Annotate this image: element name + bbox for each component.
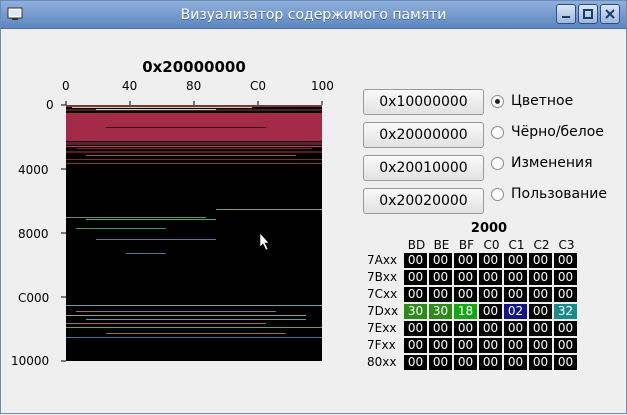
mode-radio-usage[interactable]: Пользование — [491, 185, 607, 203]
hex-column-header: C0 — [483, 238, 500, 252]
hex-cell[interactable]: 00 — [404, 270, 427, 285]
address-button-20020000[interactable]: 0x20020000 — [363, 188, 484, 214]
hex-cell[interactable]: 30 — [429, 304, 452, 319]
address-button-20000000[interactable]: 0x20000000 — [363, 122, 484, 148]
hex-cell[interactable]: 00 — [529, 287, 552, 302]
mode-label: Изменения — [511, 155, 593, 171]
hex-cell[interactable]: 00 — [429, 321, 452, 336]
mode-label: Чёрно/белое — [511, 124, 604, 140]
hex-cell[interactable]: 00 — [529, 270, 552, 285]
hex-cell[interactable]: 00 — [504, 355, 527, 370]
hex-cell[interactable]: 00 — [479, 253, 502, 268]
hex-cell[interactable]: 00 — [529, 253, 552, 268]
hex-cell[interactable]: 18 — [454, 304, 477, 319]
hex-column-header: BF — [458, 238, 475, 252]
hex-cell[interactable]: 00 — [504, 253, 527, 268]
mode-radio-color[interactable]: Цветное — [491, 92, 573, 110]
hex-cell[interactable]: 00 — [529, 321, 552, 336]
hex-cell[interactable]: 02 — [504, 304, 527, 319]
main-window: Визуализатор содержимого памяти 0x200000… — [0, 0, 627, 414]
hex-view-title: 2000 — [470, 221, 508, 236]
hex-row-header: 80xx — [367, 355, 397, 369]
hex-cell[interactable]: 00 — [554, 287, 577, 302]
hex-cell[interactable]: 00 — [504, 338, 527, 353]
mode-radio-bw[interactable]: Чёрно/белое — [491, 123, 604, 141]
address-button-10000000[interactable]: 0x10000000 — [363, 89, 484, 115]
hex-cell[interactable]: 00 — [404, 253, 427, 268]
mode-label: Пользование — [511, 186, 607, 202]
hex-cell[interactable]: 00 — [479, 338, 502, 353]
address-button-20010000[interactable]: 0x20010000 — [363, 155, 484, 181]
hex-cell[interactable]: 00 — [454, 355, 477, 370]
hex-cell[interactable]: 32 — [554, 304, 577, 319]
hex-cell[interactable]: 00 — [479, 355, 502, 370]
hex-cell[interactable]: 00 — [429, 338, 452, 353]
hex-cell[interactable]: 00 — [554, 338, 577, 353]
hex-column-header: C1 — [508, 238, 525, 252]
hex-cell[interactable]: 00 — [554, 270, 577, 285]
hex-cell[interactable]: 00 — [429, 253, 452, 268]
hex-cell[interactable]: 00 — [479, 321, 502, 336]
hex-column-header: BD — [407, 238, 426, 252]
radio-icon[interactable] — [491, 187, 504, 201]
hex-cell[interactable]: 00 — [504, 321, 527, 336]
radio-icon[interactable] — [491, 125, 504, 139]
hex-cell[interactable]: 00 — [429, 270, 452, 285]
hex-cell[interactable]: 00 — [529, 355, 552, 370]
mode-radio-changes[interactable]: Изменения — [491, 154, 593, 172]
radio-icon[interactable] — [491, 94, 504, 108]
hex-cell[interactable]: 00 — [454, 338, 477, 353]
hex-column-header: C2 — [533, 238, 550, 252]
hex-cell[interactable]: 00 — [504, 270, 527, 285]
hex-row-header: 7Dxx — [367, 304, 399, 318]
hex-cell[interactable]: 00 — [529, 338, 552, 353]
hex-row-header: 7Cxx — [367, 287, 398, 301]
hex-column-header: BE — [433, 238, 450, 252]
hex-cell[interactable]: 00 — [404, 355, 427, 370]
hex-row-header: 7Fxx — [367, 338, 396, 352]
hex-cell[interactable]: 00 — [554, 355, 577, 370]
hex-cell[interactable]: 00 — [454, 287, 477, 302]
radio-icon[interactable] — [491, 156, 504, 170]
hex-cell[interactable]: 00 — [454, 253, 477, 268]
hex-column-header: C3 — [558, 238, 575, 252]
hex-row-header: 7Bxx — [367, 270, 398, 284]
hex-cell[interactable]: 00 — [479, 304, 502, 319]
hex-cell[interactable]: 00 — [454, 321, 477, 336]
hex-cell[interactable]: 00 — [554, 321, 577, 336]
hex-cell[interactable]: 00 — [554, 253, 577, 268]
mode-label: Цветное — [511, 93, 574, 109]
hex-cell[interactable]: 00 — [504, 287, 527, 302]
hex-cell[interactable]: 00 — [479, 287, 502, 302]
hex-cell[interactable]: 30 — [404, 304, 427, 319]
memory-map[interactable] — [66, 105, 322, 361]
hex-row-header: 7Exx — [367, 321, 397, 335]
hex-cell[interactable]: 00 — [404, 287, 427, 302]
hex-cell[interactable]: 00 — [404, 321, 427, 336]
hex-cell[interactable]: 00 — [429, 355, 452, 370]
hex-cell[interactable]: 00 — [404, 338, 427, 353]
hex-cell[interactable]: 00 — [454, 270, 477, 285]
hex-cell[interactable]: 00 — [479, 270, 502, 285]
hex-row-header: 7Axx — [367, 253, 398, 267]
hex-cell[interactable]: 00 — [429, 287, 452, 302]
hex-cell[interactable]: 00 — [529, 304, 552, 319]
